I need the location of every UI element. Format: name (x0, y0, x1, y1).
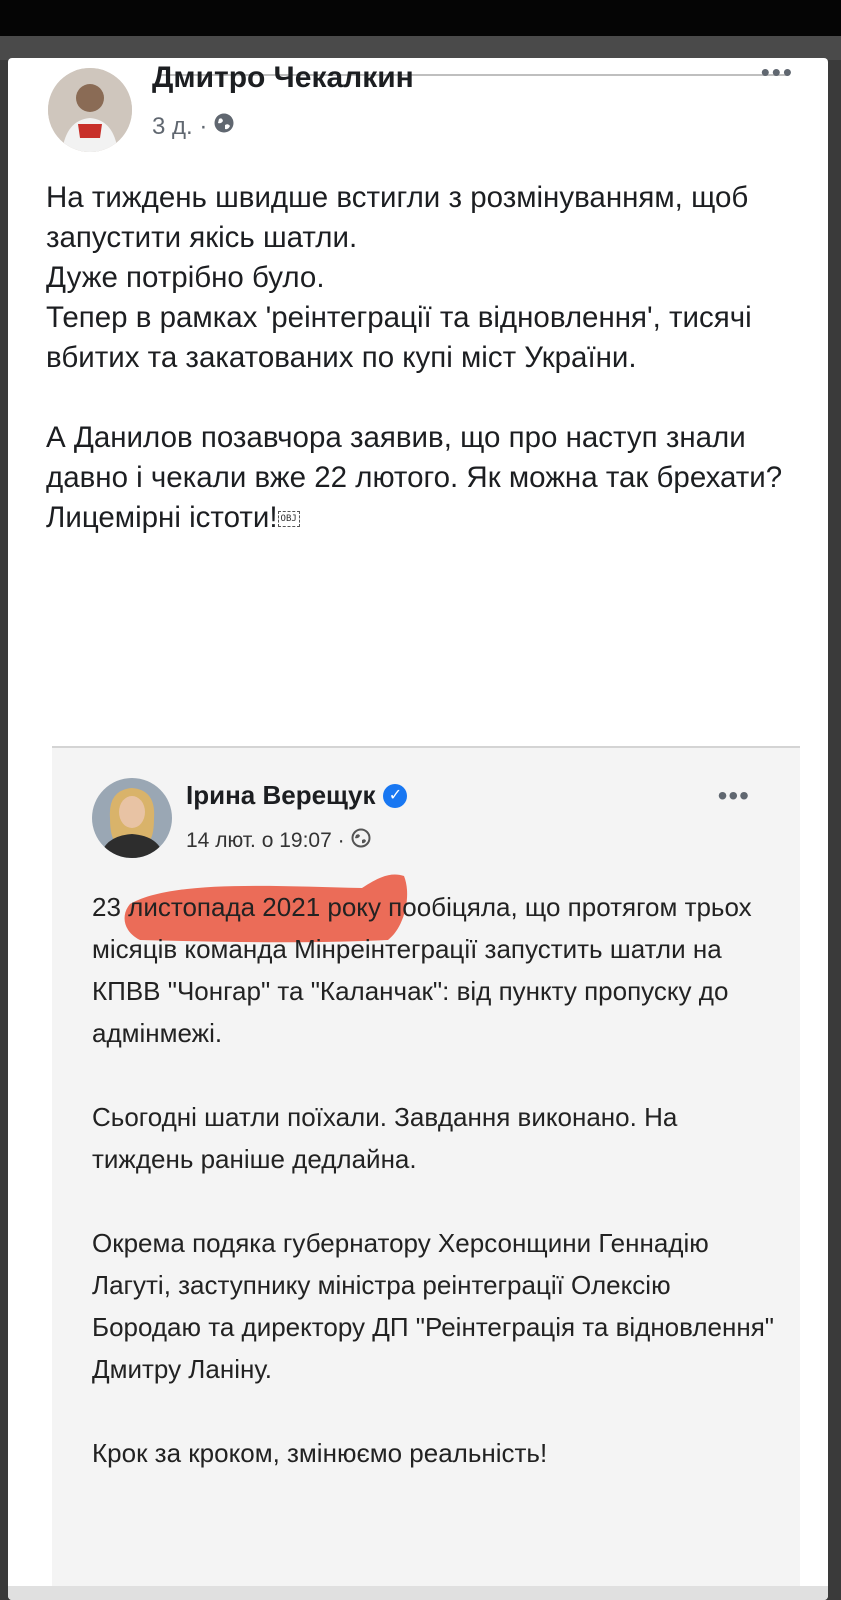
author-avatar[interactable] (48, 68, 132, 152)
embedded-paragraph: 23 листопада 2021 року пообіцяла, що про… (92, 892, 752, 1048)
bottom-action-bar (8, 1586, 828, 1600)
embedded-post-body: 23 листопада 2021 року пообіцяла, що про… (92, 886, 782, 1474)
embedded-paragraph: Окрема подяка губернатору Херсонщини Ген… (92, 1228, 775, 1384)
post-meta: 3 д. · (152, 112, 235, 141)
embed-divider (52, 746, 800, 748)
embedded-author-name: Ірина Верещук ✓ (186, 780, 408, 811)
post-paragraph-text: А Данилов позавчора заявив, що про насту… (46, 421, 783, 534)
post-paragraph: На тиждень швидше встигли з розмінування… (46, 181, 749, 254)
author-name[interactable]: Дмитро Чекалкин (152, 60, 414, 96)
embedded-paragraph: Сьогодні шатли поїхали. Завдання виконан… (92, 1102, 678, 1174)
post-card: Дмитро Чекалкин 3 д. · ••• На тиждень шв… (8, 58, 828, 1600)
post-body: На тиждень швидше встигли з розмінування… (46, 178, 806, 538)
embedded-paragraph: Крок за кроком, змінюємо реальність! (92, 1438, 548, 1468)
status-bar (0, 36, 841, 60)
embedded-author-avatar (92, 778, 172, 858)
post-paragraph: Тепер в рамках 'реінтеграції та відновле… (46, 301, 752, 374)
top-black-bar (0, 0, 841, 36)
embedded-author-label: Ірина Верещук (186, 780, 376, 810)
more-options-icon[interactable]: ••• (761, 59, 794, 85)
verified-badge-icon: ✓ (383, 783, 408, 808)
globe-icon (213, 112, 235, 141)
embedded-post-meta: 14 лют. о 19:07 · (186, 828, 371, 854)
embedded-post-time: 14 лют. о 19:07 · (186, 829, 345, 852)
obj-placeholder-icon: OBJ (277, 511, 300, 528)
embedded-screenshot[interactable]: Ірина Верещук ✓ 14 лют. о 19:07 · ••• 23… (52, 746, 800, 1600)
embedded-more-options-icon: ••• (717, 780, 750, 811)
post-paragraph: А Данилов позавчора заявив, що про насту… (46, 418, 806, 538)
globe-icon (351, 828, 371, 854)
post-paragraph: Дуже потрібно було. (46, 261, 325, 294)
post-time[interactable]: 3 д. · (152, 113, 207, 141)
